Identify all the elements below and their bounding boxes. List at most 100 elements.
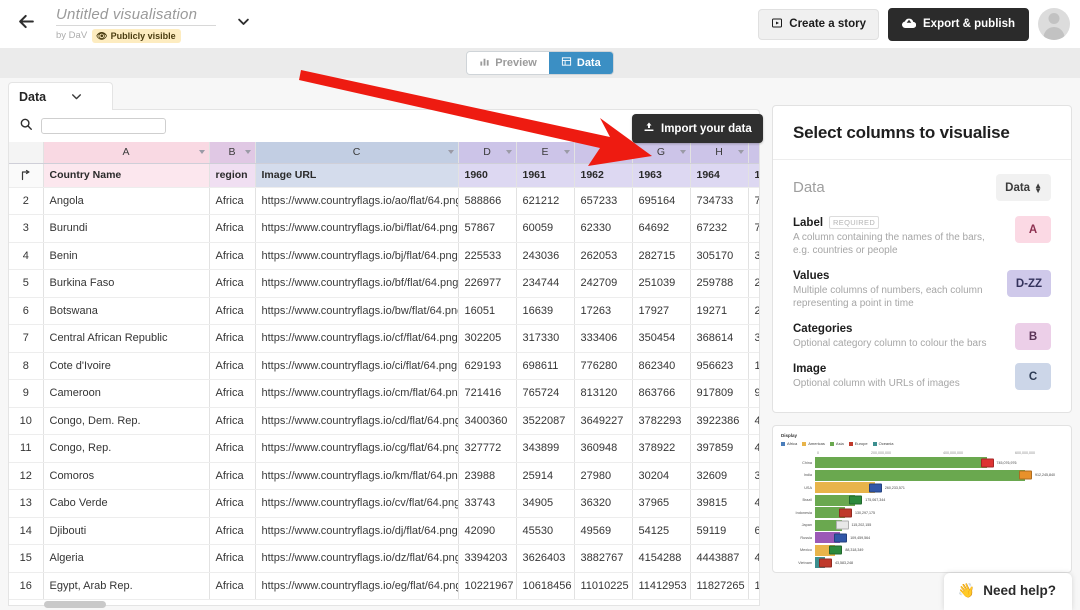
- cell-url[interactable]: https://www.countryflags.io/bi/flat/64.p…: [255, 214, 459, 243]
- cell-value-0[interactable]: 302205: [458, 324, 517, 353]
- row-number[interactable]: 9: [9, 379, 44, 408]
- horizontal-scrollbar[interactable]: [44, 601, 106, 608]
- cell-region[interactable]: Africa: [209, 517, 256, 545]
- cell-url[interactable]: https://www.countryflags.io/cg/flat/64.p…: [255, 434, 459, 463]
- cell-value-0[interactable]: 225533: [458, 242, 517, 270]
- cell-value-3[interactable]: 30204: [632, 462, 691, 490]
- cell-value-2[interactable]: 11010225: [574, 572, 633, 600]
- chip-image-column[interactable]: C: [1015, 363, 1051, 390]
- cell-country[interactable]: Comoros: [43, 462, 210, 490]
- cell-value-4[interactable]: 39815: [690, 489, 749, 518]
- cell-value-4[interactable]: 305170: [690, 242, 749, 270]
- table-row[interactable]: 7 Central African Republic Africa https://w…: [9, 324, 759, 353]
- chip-label-column[interactable]: A: [1015, 216, 1051, 243]
- table-row[interactable]: 6 Botswana Africa https://www.countryflags.…: [9, 297, 759, 325]
- cell-url[interactable]: https://www.countryflags.io/km/flat/64.p…: [255, 462, 459, 490]
- cell-value-1[interactable]: 698611: [516, 352, 575, 380]
- table-row[interactable]: 15 Algeria Africa https://www.countryflags.…: [9, 544, 759, 573]
- cell-value-5[interactable]: 35:: [748, 462, 759, 490]
- cell-value-0[interactable]: 57867: [458, 214, 517, 243]
- row-number[interactable]: 8: [9, 352, 44, 380]
- cell-value-3[interactable]: 350454: [632, 324, 691, 353]
- cell-value-2[interactable]: 49569: [574, 517, 633, 545]
- cell-region[interactable]: Africa: [209, 379, 256, 408]
- cell-value-1[interactable]: 317330: [516, 324, 575, 353]
- cell-value-1[interactable]: 34905: [516, 489, 575, 518]
- cell-url[interactable]: https://www.countryflags.io/bf/flat/64.p…: [255, 269, 459, 298]
- title-dropdown-button[interactable]: [236, 14, 251, 34]
- chevron-down-icon[interactable]: [505, 150, 512, 155]
- cell-value-1[interactable]: 25914: [516, 462, 575, 490]
- cell-value-0[interactable]: 42090: [458, 517, 517, 545]
- header-cell-1962[interactable]: 1962: [574, 163, 633, 188]
- column-header-i[interactable]: [748, 142, 759, 164]
- sheet-tab[interactable]: Data: [8, 82, 113, 110]
- cell-value-2[interactable]: 262053: [574, 242, 633, 270]
- grid-corner[interactable]: [9, 142, 44, 164]
- cell-value-2[interactable]: 27980: [574, 462, 633, 490]
- chevron-down-icon[interactable]: [737, 150, 744, 155]
- row-number[interactable]: 5: [9, 269, 44, 298]
- cell-url[interactable]: https://www.countryflags.io/bj/flat/64.p…: [255, 242, 459, 270]
- cell-value-3[interactable]: 17927: [632, 297, 691, 325]
- chevron-down-icon[interactable]: [679, 150, 686, 155]
- cell-value-1[interactable]: 343899: [516, 434, 575, 463]
- chart-preview-card[interactable]: Display Africa Americas Asia Europe Oceania …: [772, 425, 1072, 573]
- cell-value-2[interactable]: 776280: [574, 352, 633, 380]
- chevron-down-icon[interactable]: [198, 150, 205, 155]
- cell-value-2[interactable]: 657233: [574, 187, 633, 215]
- cell-value-0[interactable]: 3394203: [458, 544, 517, 573]
- column-header-f[interactable]: F: [574, 142, 633, 164]
- cell-value-5[interactable]: 407: [748, 407, 759, 435]
- cell-value-4[interactable]: 917809: [690, 379, 749, 408]
- chevron-down-icon[interactable]: [563, 150, 570, 155]
- cell-value-4[interactable]: 59119: [690, 517, 749, 545]
- export-publish-button[interactable]: Export & publish: [888, 7, 1029, 41]
- row-number[interactable]: 7: [9, 324, 44, 353]
- column-header-h[interactable]: H: [690, 142, 749, 164]
- table-row[interactable]: 9 Cameroon Africa https://www.countryflags.…: [9, 379, 759, 408]
- cell-country[interactable]: Central African Republic: [43, 324, 210, 353]
- table-row[interactable]: 2 Angola Africa https://www.countryflags.io…: [9, 187, 759, 215]
- table-row[interactable]: 13 Cabo Verde Africa https://www.countryfla…: [9, 489, 759, 518]
- cell-value-5[interactable]: 41;: [748, 489, 759, 518]
- data-source-select[interactable]: Data ▲ ▼: [996, 174, 1051, 201]
- tab-data[interactable]: Data: [548, 52, 613, 74]
- cell-value-1[interactable]: 3626403: [516, 544, 575, 573]
- cell-value-1[interactable]: 234744: [516, 269, 575, 298]
- cell-value-5[interactable]: 32!: [748, 242, 759, 270]
- cell-value-0[interactable]: 23988: [458, 462, 517, 490]
- cell-value-3[interactable]: 378922: [632, 434, 691, 463]
- cell-value-3[interactable]: 4154288: [632, 544, 691, 573]
- cell-value-4[interactable]: 11827265: [690, 572, 749, 600]
- cell-value-1[interactable]: 45530: [516, 517, 575, 545]
- cell-value-0[interactable]: 629193: [458, 352, 517, 380]
- cell-url[interactable]: https://www.countryflags.io/cm/flat/64.p…: [255, 379, 459, 408]
- cell-value-3[interactable]: 863766: [632, 379, 691, 408]
- cell-country[interactable]: Egypt, Arab Rep.: [43, 572, 210, 600]
- cell-region[interactable]: Africa: [209, 269, 256, 298]
- cell-region[interactable]: Africa: [209, 462, 256, 490]
- header-cell-region[interactable]: region: [209, 163, 256, 188]
- cell-value-4[interactable]: 67232: [690, 214, 749, 243]
- table-row[interactable]: 4 Benin Africa https://www.countryflags.io/…: [9, 242, 759, 270]
- cell-url[interactable]: https://www.countryflags.io/cv/flat/64.p…: [255, 489, 459, 518]
- header-cell-imageurl[interactable]: Image URL: [255, 163, 459, 188]
- cell-country[interactable]: Algeria: [43, 544, 210, 573]
- cell-value-4[interactable]: 956623: [690, 352, 749, 380]
- cell-value-4[interactable]: 3922386: [690, 407, 749, 435]
- cell-country[interactable]: Benin: [43, 242, 210, 270]
- header-cell-country[interactable]: Country Name: [43, 163, 210, 188]
- chevron-down-icon[interactable]: [70, 90, 83, 103]
- row-number[interactable]: 12: [9, 462, 44, 490]
- cell-region[interactable]: Africa: [209, 407, 256, 435]
- cell-url[interactable]: https://www.countryflags.io/cf/flat/64.p…: [255, 324, 459, 353]
- cell-value-0[interactable]: 3400360: [458, 407, 517, 435]
- cell-value-3[interactable]: 37965: [632, 489, 691, 518]
- cell-value-1[interactable]: 3522087: [516, 407, 575, 435]
- cell-country[interactable]: Cameroon: [43, 379, 210, 408]
- cell-value-5[interactable]: 70(: [748, 214, 759, 243]
- tab-preview[interactable]: Preview: [467, 52, 549, 74]
- cell-country[interactable]: Burundi: [43, 214, 210, 243]
- table-row[interactable]: 11 Congo, Rep. Africa https://www.countryfl…: [9, 434, 759, 463]
